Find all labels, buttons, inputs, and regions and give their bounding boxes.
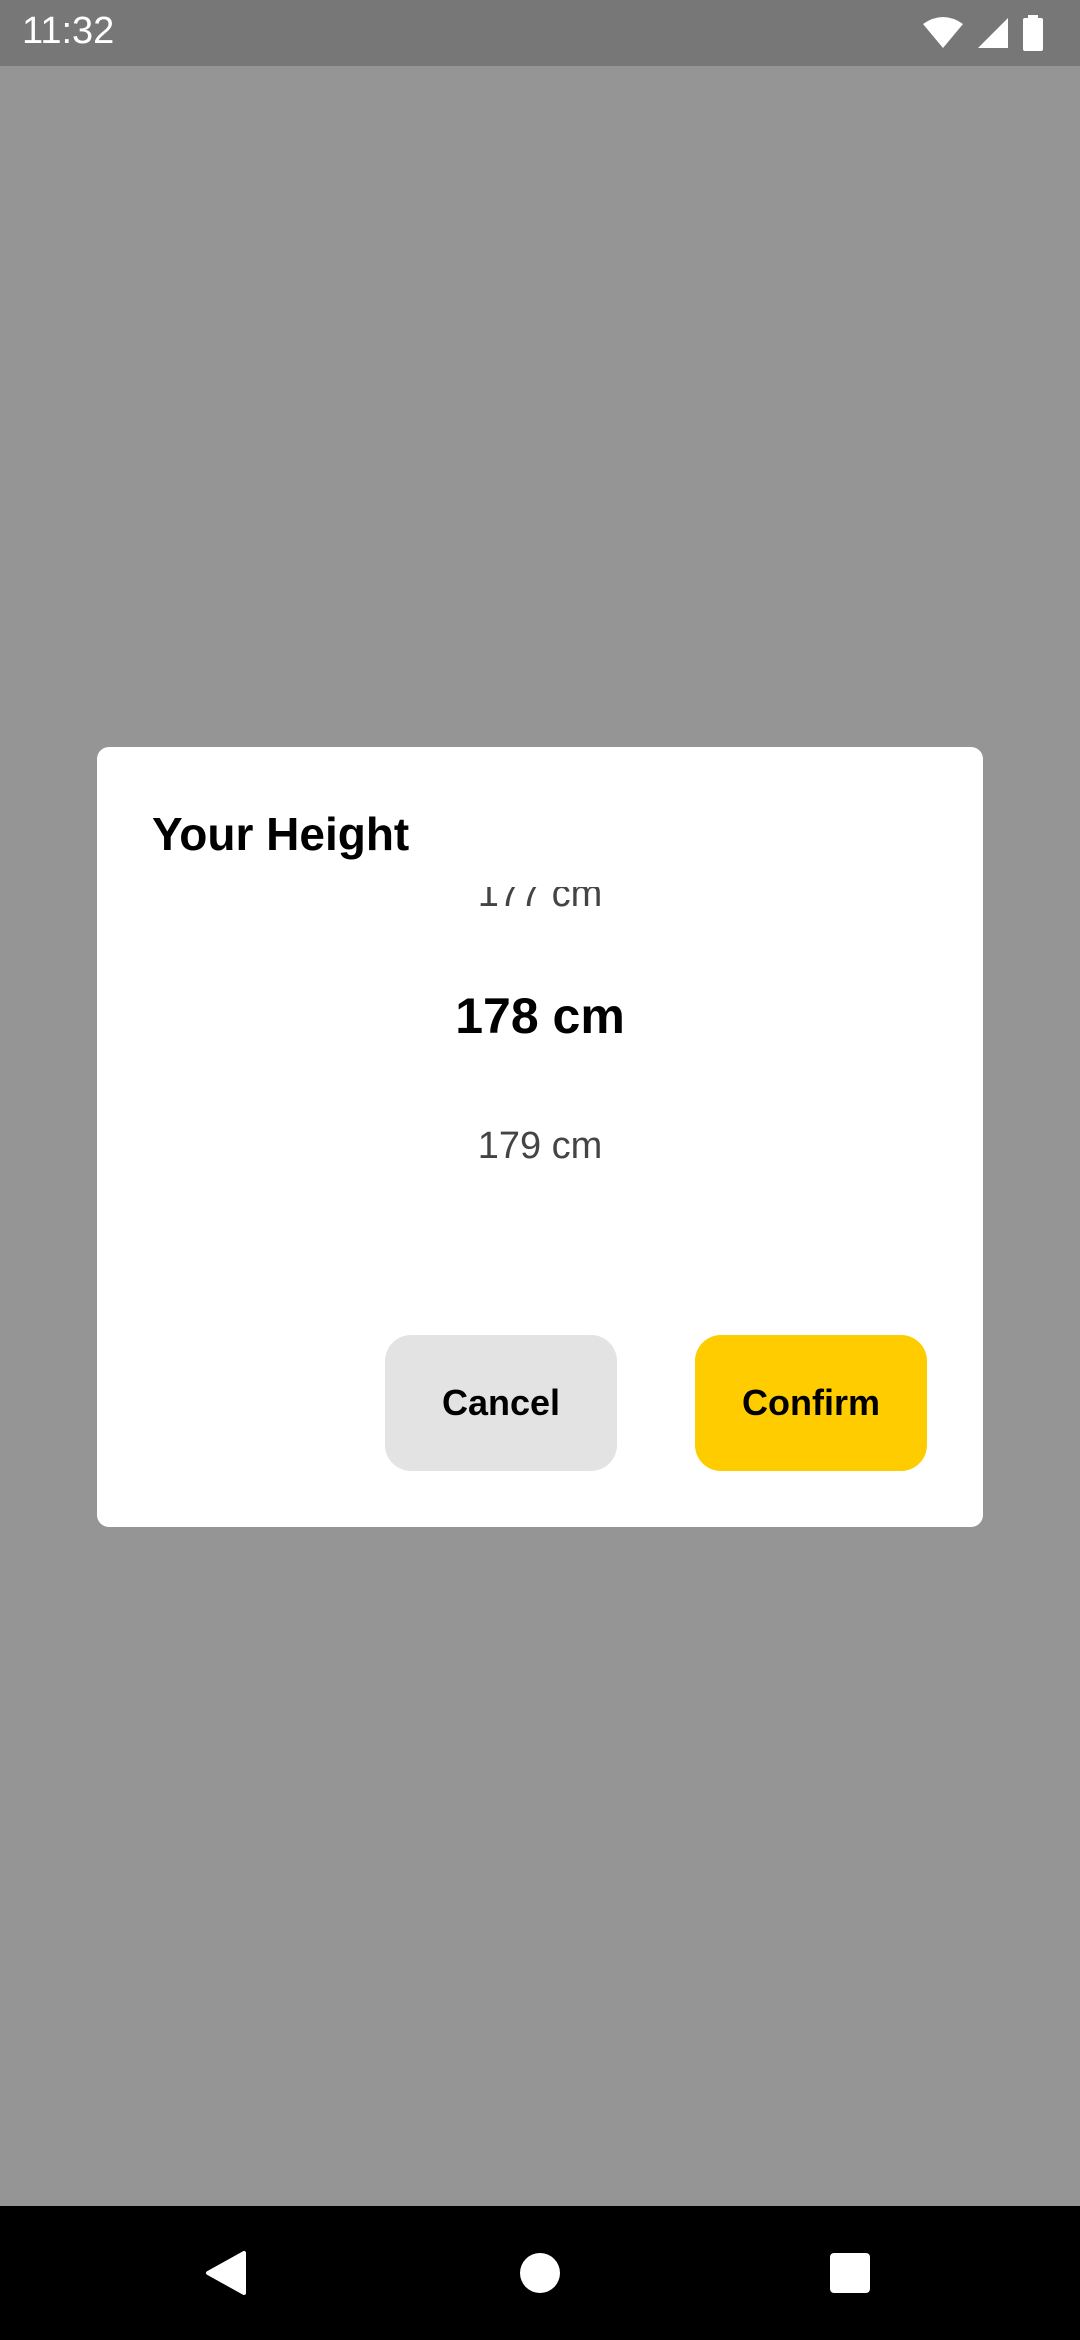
cell-signal-icon (976, 16, 1010, 50)
back-icon[interactable] (166, 2206, 286, 2340)
status-bar: 11:32 (0, 0, 1080, 66)
navigation-bar (0, 2206, 1080, 2340)
recents-icon[interactable] (790, 2206, 910, 2340)
height-picker[interactable]: 177 cm 178 cm 179 cm (97, 887, 983, 1207)
status-time: 11:32 (22, 10, 115, 52)
home-icon[interactable] (480, 2206, 600, 2340)
height-dialog: Your Height 177 cm 178 cm 179 cm Cancel … (97, 747, 983, 1527)
dialog-title: Your Height (152, 808, 410, 860)
battery-icon (1022, 15, 1044, 51)
status-icons (922, 14, 1044, 52)
confirm-button[interactable]: Confirm (695, 1335, 927, 1471)
cancel-button[interactable]: Cancel (385, 1335, 617, 1471)
wifi-icon (922, 16, 964, 50)
picker-item-next[interactable]: 179 cm (97, 1125, 983, 1168)
picker-item-selected[interactable]: 178 cm (97, 987, 983, 1045)
picker-item-previous[interactable]: 177 cm (97, 887, 983, 919)
